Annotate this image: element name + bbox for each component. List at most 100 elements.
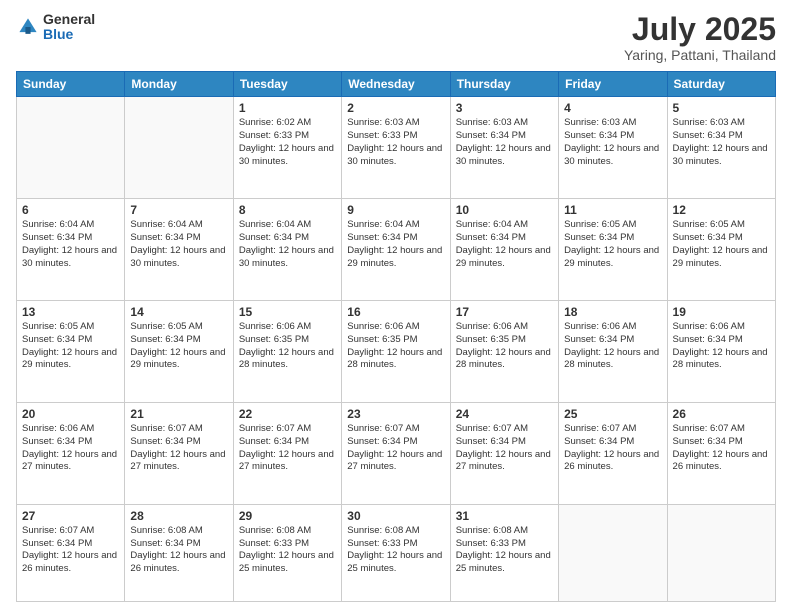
table-row (667, 504, 775, 601)
day-info: Sunrise: 6:07 AM Sunset: 6:34 PM Dayligh… (130, 423, 227, 474)
table-row: 13 Sunrise: 6:05 AM Sunset: 6:34 PM Dayli… (17, 301, 125, 403)
day-info: Sunrise: 6:05 AM Sunset: 6:34 PM Dayligh… (130, 321, 227, 372)
day-info: Sunrise: 6:05 AM Sunset: 6:34 PM Dayligh… (673, 219, 770, 270)
day-number: 11 (564, 203, 661, 217)
logo-text: General Blue (43, 12, 95, 43)
day-number: 26 (673, 407, 770, 421)
day-number: 31 (456, 509, 553, 523)
day-number: 24 (456, 407, 553, 421)
day-number: 2 (347, 101, 444, 115)
logo-blue: Blue (43, 27, 95, 42)
table-row: 11 Sunrise: 6:05 AM Sunset: 6:34 PM Dayli… (559, 199, 667, 301)
day-info: Sunrise: 6:06 AM Sunset: 6:35 PM Dayligh… (239, 321, 336, 372)
day-info: Sunrise: 6:07 AM Sunset: 6:34 PM Dayligh… (239, 423, 336, 474)
day-number: 25 (564, 407, 661, 421)
day-info: Sunrise: 6:06 AM Sunset: 6:34 PM Dayligh… (673, 321, 770, 372)
title-block: July 2025 Yaring, Pattani, Thailand (624, 12, 776, 63)
logo-icon (16, 15, 40, 39)
day-info: Sunrise: 6:04 AM Sunset: 6:34 PM Dayligh… (347, 219, 444, 270)
day-info: Sunrise: 6:03 AM Sunset: 6:33 PM Dayligh… (347, 117, 444, 168)
table-row: 27 Sunrise: 6:07 AM Sunset: 6:34 PM Dayli… (17, 504, 125, 601)
table-row: 15 Sunrise: 6:06 AM Sunset: 6:35 PM Dayli… (233, 301, 341, 403)
table-row: 17 Sunrise: 6:06 AM Sunset: 6:35 PM Dayli… (450, 301, 558, 403)
col-thursday: Thursday (450, 72, 558, 97)
day-number: 13 (22, 305, 119, 319)
table-row: 18 Sunrise: 6:06 AM Sunset: 6:34 PM Dayli… (559, 301, 667, 403)
table-row: 8 Sunrise: 6:04 AM Sunset: 6:34 PM Daylig… (233, 199, 341, 301)
day-number: 12 (673, 203, 770, 217)
day-number: 1 (239, 101, 336, 115)
day-number: 27 (22, 509, 119, 523)
table-row (17, 97, 125, 199)
day-info: Sunrise: 6:08 AM Sunset: 6:34 PM Dayligh… (130, 525, 227, 576)
table-row: 14Sunrise: 6:05 AM Sunset: 6:34 PM Dayli… (125, 301, 233, 403)
table-row: 25 Sunrise: 6:07 AM Sunset: 6:34 PM Dayli… (559, 402, 667, 504)
table-row: 12 Sunrise: 6:05 AM Sunset: 6:34 PM Dayli… (667, 199, 775, 301)
day-number: 21 (130, 407, 227, 421)
day-number: 10 (456, 203, 553, 217)
table-row (125, 97, 233, 199)
day-number: 4 (564, 101, 661, 115)
table-row (559, 504, 667, 601)
col-sunday: Sunday (17, 72, 125, 97)
day-number: 29 (239, 509, 336, 523)
table-row: 26 Sunrise: 6:07 AM Sunset: 6:34 PM Dayli… (667, 402, 775, 504)
table-row: 31 Sunrise: 6:08 AM Sunset: 6:33 PM Dayli… (450, 504, 558, 601)
day-info: Sunrise: 6:04 AM Sunset: 6:34 PM Dayligh… (239, 219, 336, 270)
day-info: Sunrise: 6:07 AM Sunset: 6:34 PM Dayligh… (673, 423, 770, 474)
day-number: 8 (239, 203, 336, 217)
day-info: Sunrise: 6:06 AM Sunset: 6:34 PM Dayligh… (564, 321, 661, 372)
day-info: Sunrise: 6:08 AM Sunset: 6:33 PM Dayligh… (239, 525, 336, 576)
day-info: Sunrise: 6:03 AM Sunset: 6:34 PM Dayligh… (564, 117, 661, 168)
day-number: 18 (564, 305, 661, 319)
col-wednesday: Wednesday (342, 72, 450, 97)
day-info: Sunrise: 6:07 AM Sunset: 6:34 PM Dayligh… (22, 525, 119, 576)
table-row: 29 Sunrise: 6:08 AM Sunset: 6:33 PM Dayli… (233, 504, 341, 601)
day-number: 15 (239, 305, 336, 319)
table-row: 24Sunrise: 6:07 AM Sunset: 6:34 PM Dayli… (450, 402, 558, 504)
day-number: 20 (22, 407, 119, 421)
day-number: 19 (673, 305, 770, 319)
col-friday: Friday (559, 72, 667, 97)
table-row: 10 Sunrise: 6:04 AM Sunset: 6:34 PM Dayli… (450, 199, 558, 301)
logo: General Blue (16, 12, 95, 43)
day-info: Sunrise: 6:03 AM Sunset: 6:34 PM Dayligh… (673, 117, 770, 168)
table-row: 23Sunrise: 6:07 AM Sunset: 6:34 PM Dayli… (342, 402, 450, 504)
day-info: Sunrise: 6:06 AM Sunset: 6:35 PM Dayligh… (456, 321, 553, 372)
logo-general: General (43, 12, 95, 27)
table-row: 7Sunrise: 6:04 AM Sunset: 6:34 PM Daylig… (125, 199, 233, 301)
col-tuesday: Tuesday (233, 72, 341, 97)
day-number: 23 (347, 407, 444, 421)
day-number: 22 (239, 407, 336, 421)
table-row: 2 Sunrise: 6:03 AM Sunset: 6:33 PM Daylig… (342, 97, 450, 199)
table-row: 3 Sunrise: 6:03 AM Sunset: 6:34 PM Daylig… (450, 97, 558, 199)
day-info: Sunrise: 6:07 AM Sunset: 6:34 PM Dayligh… (564, 423, 661, 474)
subtitle: Yaring, Pattani, Thailand (624, 47, 776, 63)
day-number: 5 (673, 101, 770, 115)
table-row: 9 Sunrise: 6:04 AM Sunset: 6:34 PM Daylig… (342, 199, 450, 301)
day-number: 9 (347, 203, 444, 217)
table-row: 4 Sunrise: 6:03 AM Sunset: 6:34 PM Daylig… (559, 97, 667, 199)
day-info: Sunrise: 6:03 AM Sunset: 6:34 PM Dayligh… (456, 117, 553, 168)
table-row: 20 Sunrise: 6:06 AM Sunset: 6:34 PM Dayli… (17, 402, 125, 504)
table-row: 30Sunrise: 6:08 AM Sunset: 6:33 PM Dayli… (342, 504, 450, 601)
day-info: Sunrise: 6:08 AM Sunset: 6:33 PM Dayligh… (456, 525, 553, 576)
table-row: 22 Sunrise: 6:07 AM Sunset: 6:34 PM Dayli… (233, 402, 341, 504)
table-row: 6Sunrise: 6:04 AM Sunset: 6:34 PM Daylig… (17, 199, 125, 301)
day-info: Sunrise: 6:06 AM Sunset: 6:34 PM Dayligh… (22, 423, 119, 474)
day-info: Sunrise: 6:05 AM Sunset: 6:34 PM Dayligh… (564, 219, 661, 270)
calendar-table: Sunday Monday Tuesday Wednesday Thursday… (16, 71, 776, 602)
col-monday: Monday (125, 72, 233, 97)
day-info: Sunrise: 6:05 AM Sunset: 6:34 PM Dayligh… (22, 321, 119, 372)
day-info: Sunrise: 6:04 AM Sunset: 6:34 PM Dayligh… (456, 219, 553, 270)
day-info: Sunrise: 6:04 AM Sunset: 6:34 PM Dayligh… (22, 219, 119, 270)
header: General Blue July 2025 Yaring, Pattani, … (16, 12, 776, 63)
page: General Blue July 2025 Yaring, Pattani, … (0, 0, 792, 612)
day-number: 17 (456, 305, 553, 319)
table-row: 1Sunrise: 6:02 AM Sunset: 6:33 PM Daylig… (233, 97, 341, 199)
day-number: 16 (347, 305, 444, 319)
table-row: 28Sunrise: 6:08 AM Sunset: 6:34 PM Dayli… (125, 504, 233, 601)
calendar-header-row: Sunday Monday Tuesday Wednesday Thursday… (17, 72, 776, 97)
day-number: 3 (456, 101, 553, 115)
day-number: 30 (347, 509, 444, 523)
